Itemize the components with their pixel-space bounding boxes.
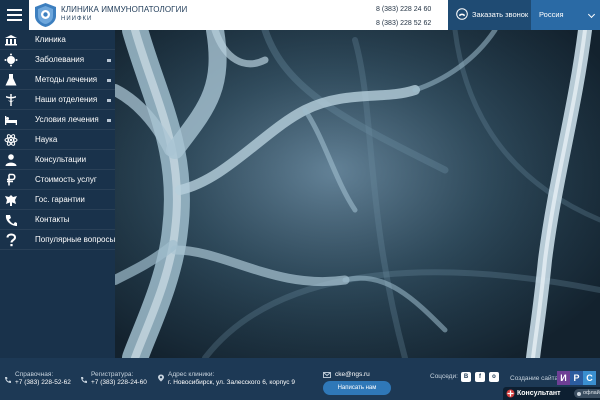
sidebar-menu: Клиника Заболевания Методы лечения Наши … [0, 30, 115, 358]
flask-icon [5, 74, 17, 86]
site-made-label: Создание сайта [510, 375, 559, 382]
irs-letter: И [557, 371, 570, 385]
brand-subtitle: НИИФКИ [61, 16, 93, 22]
hero-image [115, 30, 600, 358]
sidebar-item-consultations[interactable]: Консультации [0, 150, 115, 170]
offline-status-badge: офлайн [574, 389, 600, 398]
submenu-indicator-icon [107, 59, 111, 62]
sidebar-item-treatment-methods[interactable]: Методы лечения [0, 70, 115, 90]
question-icon [6, 233, 17, 247]
sidebar-item-label: Методы лечения [35, 75, 98, 84]
header-phone-2[interactable]: 8 (383) 228 52 62 [376, 17, 431, 31]
atom-icon [4, 134, 18, 146]
info-desk-label: Справочная: [15, 371, 54, 378]
neuron-illustration [115, 30, 600, 358]
address-label: Адрес клиники: [168, 371, 215, 378]
submenu-indicator-icon [107, 99, 111, 102]
sidebar-item-prices[interactable]: Стоимость услуг [0, 170, 115, 190]
brand-title: КЛИНИКА ИММУНОПАТОЛОГИИ [61, 5, 188, 14]
write-us-button[interactable]: Написать нам [323, 381, 391, 395]
clinic-building-icon [5, 35, 17, 46]
order-call-label: Заказать звонок [472, 10, 529, 19]
info-desk-phone[interactable]: +7 (383) 228-52-62 [15, 379, 71, 387]
sidebar-item-science[interactable]: Наука [0, 130, 115, 150]
sidebar-item-label: Консультации [35, 155, 87, 164]
consultant-chat-widget[interactable]: Консультант офлайн [503, 387, 600, 400]
brand-name[interactable]: КЛИНИКА ИММУНОПАТОЛОГИИ НИИФКИ [61, 6, 187, 23]
irs-letter: Р [570, 371, 583, 385]
clinic-logo-icon[interactable] [33, 2, 58, 28]
sidebar-item-label: Условия лечения [35, 115, 99, 124]
coat-of-arms-icon [5, 195, 17, 206]
email-link[interactable]: cke@ngs.ru [335, 371, 370, 379]
menu-burger-button[interactable] [0, 0, 29, 30]
burger-line [7, 14, 22, 16]
odnoklassniki-icon[interactable]: о [489, 372, 499, 382]
vk-icon[interactable]: В [461, 372, 471, 382]
region-select[interactable]: Россия [531, 0, 600, 30]
submenu-indicator-icon [107, 119, 111, 122]
phone-handset-icon [456, 8, 468, 20]
sidebar-item-diseases[interactable]: Заболевания [0, 50, 115, 70]
location-icon [158, 374, 164, 382]
phone-book-icon [5, 215, 17, 226]
burger-line [7, 9, 22, 11]
irs-logo[interactable]: ИРС [557, 371, 597, 385]
header: КЛИНИКА ИММУНОПАТОЛОГИИ НИИФКИ 8 (383) 2… [0, 0, 600, 30]
sidebar-item-treatment-conditions[interactable]: Условия лечения [0, 110, 115, 130]
hospital-bed-icon [5, 116, 17, 125]
registry-label: Регистратура: [91, 371, 134, 378]
sidebar-item-state-guarantees[interactable]: Гос. гарантии [0, 190, 115, 210]
sidebar-item-label: Популярные вопросы [35, 235, 116, 244]
registry-phone[interactable]: +7 (383) 228-24-60 [91, 379, 147, 387]
region-label: Россия [539, 10, 564, 19]
burger-line [7, 19, 22, 21]
social-label: Соцседи: [430, 373, 458, 380]
sidebar-item-label: Стоимость услуг [35, 175, 97, 184]
envelope-icon [323, 372, 331, 378]
phone-icon [5, 377, 11, 383]
sidebar-item-label: Заболевания [35, 55, 85, 64]
facebook-icon[interactable]: f [475, 372, 485, 382]
order-call-button[interactable]: Заказать звонок [448, 0, 531, 30]
sidebar-item-clinic[interactable]: Клиника [0, 30, 115, 50]
phone-icon [81, 377, 87, 383]
sidebar-item-departments[interactable]: Наши отделения [0, 90, 115, 110]
header-phone-1[interactable]: 8 (383) 228 24 60 [376, 3, 431, 17]
sidebar-item-label: Контакты [35, 215, 70, 224]
sidebar-item-label: Наши отделения [35, 95, 98, 104]
submenu-indicator-icon [107, 79, 111, 82]
address-value: г. Новосибирск, ул. Залесского 6, корпус… [168, 379, 295, 386]
header-phones: 8 (383) 228 24 60 8 (383) 228 52 62 [376, 3, 431, 31]
sidebar-item-label: Клиника [35, 35, 66, 44]
sidebar-item-contacts[interactable]: Контакты [0, 210, 115, 230]
virus-icon [4, 53, 18, 67]
ruble-icon [7, 173, 16, 186]
consultant-label: Консультант [517, 390, 561, 397]
sidebar-item-label: Наука [35, 135, 58, 144]
irs-letter: С [583, 371, 596, 385]
chevron-down-icon [587, 10, 596, 19]
caduceus-icon [6, 94, 16, 106]
doctor-icon [5, 154, 17, 166]
sidebar-item-label: Гос. гарантии [35, 195, 85, 204]
consultant-logo-icon [506, 389, 515, 398]
sidebar-item-faq[interactable]: Популярные вопросы [0, 230, 115, 250]
